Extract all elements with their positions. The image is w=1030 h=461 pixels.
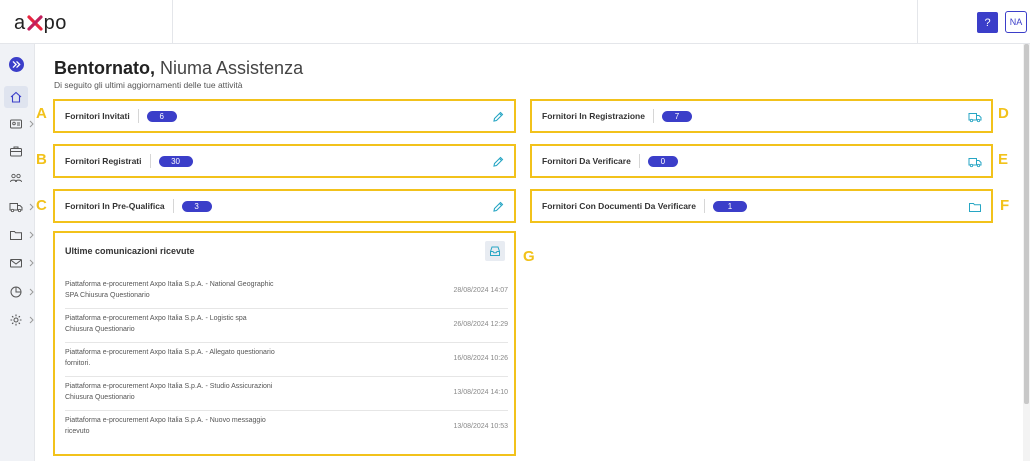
mail-icon	[10, 259, 22, 268]
chevron-right-icon	[29, 316, 34, 324]
folder-icon	[10, 231, 22, 240]
chevron-right-icon	[29, 120, 34, 128]
welcome-greeting: Bentornato,	[54, 58, 155, 78]
top-bar: a po ? NA	[0, 0, 1030, 44]
card-fornitori-registrati[interactable]: Fornitori Registrati 30	[53, 144, 516, 178]
sidebar-item-users[interactable]	[9, 169, 35, 187]
chart-icon	[10, 286, 22, 298]
annotation-letter: C	[36, 197, 47, 214]
count-badge: 1	[712, 200, 747, 212]
truck-icon[interactable]	[968, 110, 982, 124]
sidebar-item-folders[interactable]	[9, 226, 35, 244]
card-separator	[703, 199, 705, 213]
user-avatar-button[interactable]: NA	[1005, 11, 1027, 33]
pencil-icon[interactable]	[491, 110, 505, 124]
card-separator	[149, 154, 151, 168]
sidebar-expand-button[interactable]	[9, 57, 24, 72]
count-badge: 30	[158, 155, 193, 167]
communication-date: 13/08/2024 14:10	[453, 389, 509, 396]
communication-date: 13/08/2024 10:53	[453, 423, 509, 430]
card-separator	[638, 154, 640, 168]
communication-text: Piattaforma e-procurement Axpo Italia S.…	[65, 315, 247, 333]
card-separator	[652, 109, 654, 123]
card-label: Fornitori In Pre-Qualifica	[65, 201, 165, 211]
sidebar	[0, 44, 35, 461]
folder-icon[interactable]	[968, 200, 982, 214]
sidebar-item-registry[interactable]	[9, 115, 35, 133]
count-badge: 3	[181, 200, 212, 212]
communication-item[interactable]: Piattaforma e-procurement Axpo Italia S.…	[65, 277, 508, 309]
settings-icon	[10, 314, 22, 326]
chevron-right-icon	[29, 259, 34, 267]
sidebar-item-suppliers[interactable]	[9, 198, 35, 216]
card-label: Fornitori Registrati	[65, 156, 142, 166]
chevron-right-icon	[29, 203, 34, 211]
card-separator	[137, 109, 139, 123]
axpo-logo[interactable]: a po	[14, 11, 67, 35]
card-fornitori-da-verificare[interactable]: Fornitori Da Verificare 0	[530, 144, 993, 178]
card-label: Fornitori Con Documenti Da Verificare	[542, 201, 696, 211]
communication-text: Piattaforma e-procurement Axpo Italia S.…	[65, 417, 266, 435]
chevron-right-icon	[29, 231, 34, 239]
communication-text: Piattaforma e-procurement Axpo Italia S.…	[65, 281, 274, 299]
truck-icon[interactable]	[968, 155, 982, 169]
briefcase-icon	[10, 146, 22, 157]
communication-text: Piattaforma e-procurement Axpo Italia S.…	[65, 349, 275, 367]
pencil-icon[interactable]	[491, 200, 505, 214]
truck-icon	[9, 203, 23, 213]
sidebar-item-messages[interactable]	[9, 254, 35, 272]
chevron-right-icon	[29, 288, 34, 296]
annotation-letter: A	[36, 105, 47, 122]
home-icon	[10, 91, 22, 103]
communication-item[interactable]: Piattaforma e-procurement Axpo Italia S.…	[65, 311, 508, 343]
users-icon	[10, 173, 22, 183]
annotation-letter: E	[998, 151, 1009, 168]
communication-date: 16/08/2024 10:26	[453, 355, 509, 362]
communications-title: Ultime comunicazioni ricevute	[65, 246, 195, 256]
sidebar-item-settings[interactable]	[9, 311, 35, 329]
communication-date: 26/08/2024 12:29	[453, 321, 509, 328]
communication-text: Piattaforma e-procurement Axpo Italia S.…	[65, 383, 273, 401]
annotation-letter: G	[523, 248, 535, 265]
count-badge: 0	[647, 155, 678, 167]
welcome-user-name: Niuma Assistenza	[160, 58, 304, 78]
scrollbar-thumb[interactable]	[1024, 44, 1029, 404]
topbar-divider	[172, 0, 173, 44]
card-fornitori-pre-qualifica[interactable]: Fornitori In Pre-Qualifica 3	[53, 189, 516, 223]
card-separator	[172, 199, 174, 213]
inbox-button[interactable]	[485, 241, 505, 261]
communications-panel: Ultime comunicazioni ricevute Piattaform…	[53, 231, 516, 456]
card-fornitori-in-registrazione[interactable]: Fornitori In Registrazione 7	[530, 99, 993, 133]
communication-date: 28/08/2024 14:07	[453, 287, 509, 294]
count-badge: 6	[146, 110, 177, 122]
inbox-icon	[490, 246, 500, 256]
communication-item[interactable]: Piattaforma e-procurement Axpo Italia S.…	[65, 413, 508, 445]
page-title: Bentornato, Niuma Assistenza	[54, 58, 303, 79]
card-label: Fornitori In Registrazione	[542, 111, 645, 121]
card-fornitori-invitati[interactable]: Fornitori Invitati 6	[53, 99, 516, 133]
logo-text-right: po	[43, 11, 67, 34]
double-chevron-right-icon	[12, 61, 21, 68]
annotation-letter: B	[36, 151, 47, 168]
count-badge: 7	[661, 110, 692, 122]
id-card-icon	[10, 119, 22, 129]
card-label: Fornitori Invitati	[65, 111, 130, 121]
card-label: Fornitori Da Verificare	[542, 156, 631, 166]
sidebar-item-reports[interactable]	[9, 283, 35, 301]
logo-x-mark	[27, 15, 43, 31]
annotation-letter: F	[1000, 197, 1010, 214]
sidebar-item-briefcase[interactable]	[9, 142, 35, 160]
sidebar-item-home[interactable]	[9, 88, 35, 106]
page-subtitle: Di seguito gli ultimi aggiornamenti dell…	[54, 80, 243, 90]
card-fornitori-documenti-da-verificare[interactable]: Fornitori Con Documenti Da Verificare 1	[530, 189, 993, 223]
communication-item[interactable]: Piattaforma e-procurement Axpo Italia S.…	[65, 379, 508, 411]
page-scrollbar[interactable]	[1023, 44, 1030, 461]
topbar-divider	[917, 0, 918, 44]
help-button[interactable]: ?	[977, 12, 998, 33]
communication-item[interactable]: Piattaforma e-procurement Axpo Italia S.…	[65, 345, 508, 377]
logo-text-left: a	[14, 11, 26, 34]
annotation-letter: D	[998, 105, 1009, 122]
pencil-icon[interactable]	[491, 155, 505, 169]
